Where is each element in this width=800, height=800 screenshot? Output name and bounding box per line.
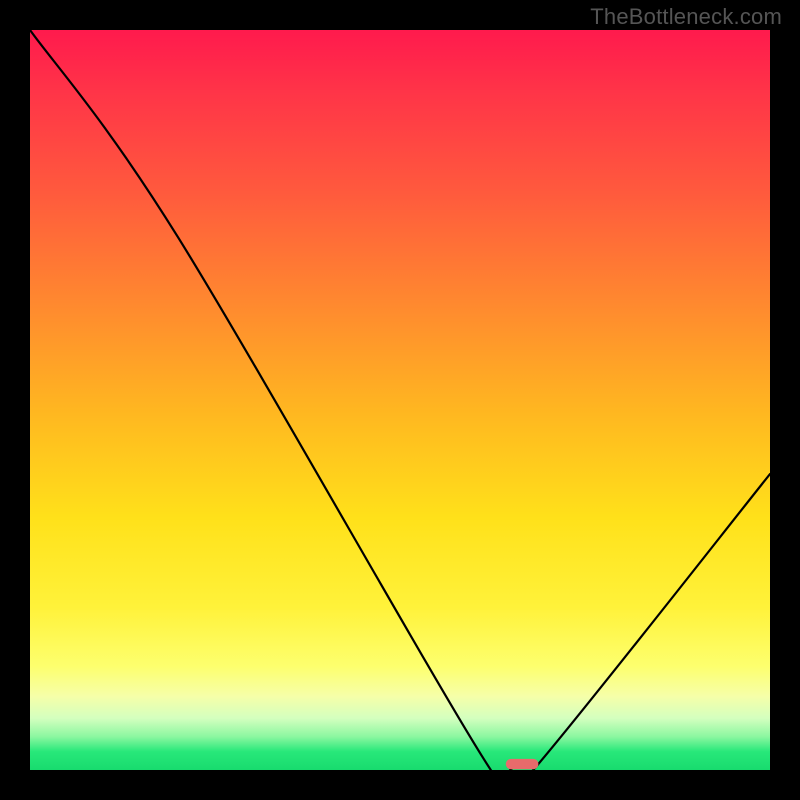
optimal-marker xyxy=(506,759,539,769)
chart-frame: TheBottleneck.com xyxy=(0,0,800,800)
watermark-text: TheBottleneck.com xyxy=(590,4,782,30)
bottleneck-curve xyxy=(30,30,770,770)
plot-area xyxy=(30,30,770,770)
curve-layer xyxy=(30,30,770,770)
